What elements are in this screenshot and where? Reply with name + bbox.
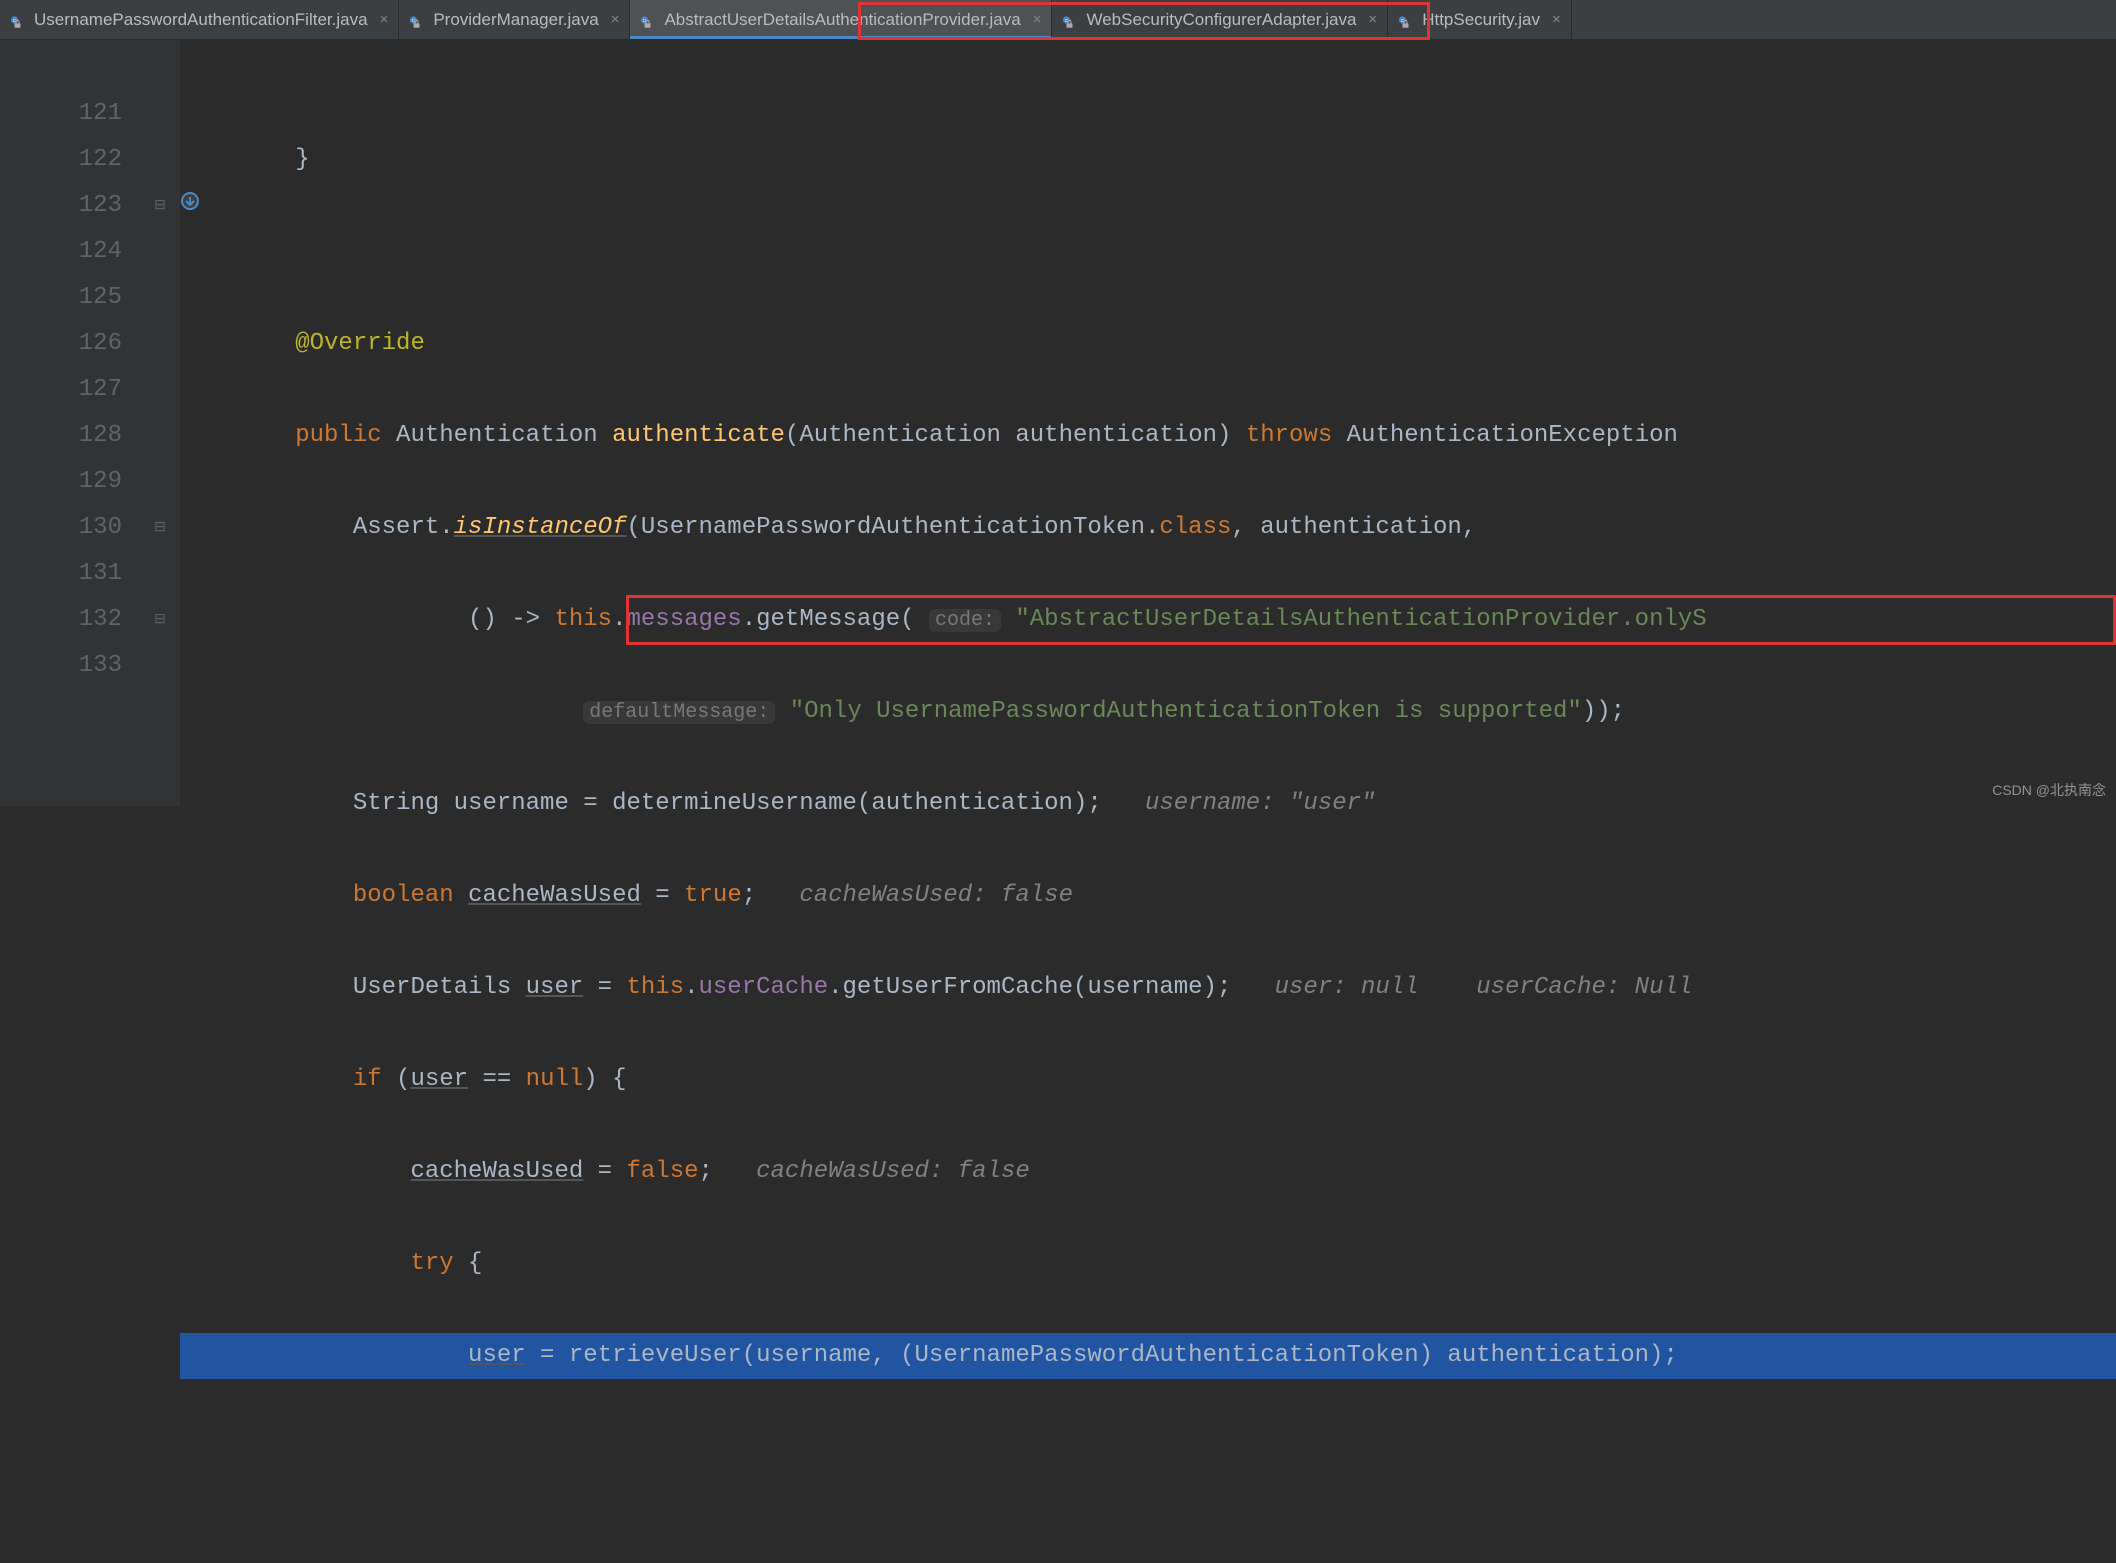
tab-label: ProviderManager.java [433,10,598,30]
inline-value-cache2: cacheWasUsed: false [756,1158,1030,1185]
line-number [0,45,122,91]
override-annotation: @Override [295,330,425,357]
line-gutter: 121122123124125126127128129130131132133 [0,40,140,806]
editor-tab[interactable]: C HttpSecurity.jav × [1388,0,1572,39]
close-icon[interactable]: × [1546,11,1561,28]
line-number: 131 [0,551,122,597]
fold-marker[interactable] [140,321,180,367]
fold-column: ⊟ ⊟ ⊟ [140,40,180,806]
fold-marker[interactable] [140,551,180,597]
line-number: 124 [0,229,122,275]
tab-label: WebSecurityConfigurerAdapter.java [1086,10,1356,30]
fold-marker[interactable] [140,137,180,183]
inline-value-usercache: userCache: Null [1476,974,1692,1001]
fold-marker[interactable] [140,643,180,689]
editor-tab[interactable]: C ProviderManager.java × [399,0,630,39]
inline-value-username: username: "user" [1145,790,1375,817]
line-number: 125 [0,275,122,321]
inline-value-user: user: null [1275,974,1419,1001]
java-class-icon: C [640,11,658,29]
line-number: 122 [0,137,122,183]
java-class-icon: C [1398,11,1416,29]
line-number: 121 [0,91,122,137]
close-icon[interactable]: × [1027,11,1042,28]
execution-line: user = retrieveUser(username, (UsernameP… [180,1333,2116,1379]
java-class-icon: C [10,11,28,29]
fold-marker[interactable] [140,413,180,459]
tab-label: UsernamePasswordAuthenticationFilter.jav… [34,10,368,30]
fold-marker[interactable] [140,367,180,413]
line-number: 132 [0,597,122,643]
fold-marker[interactable]: ⊟ [140,597,180,643]
fold-marker[interactable] [140,459,180,505]
close-icon[interactable]: × [605,11,620,28]
close-icon[interactable]: × [1362,11,1377,28]
fold-marker[interactable] [140,275,180,321]
watermark-text: CSDN @北执南念 [1992,780,2106,800]
line-number: 127 [0,367,122,413]
method-authenticate: authenticate [612,422,785,449]
editor-tab[interactable]: C WebSecurityConfigurerAdapter.java × [1052,0,1388,39]
editor-tab[interactable]: C AbstractUserDetailsAuthenticationProvid… [630,0,1052,39]
line-number: 129 [0,459,122,505]
fold-marker[interactable]: ⊟ [140,183,180,229]
line-number: 128 [0,413,122,459]
editor-tab[interactable]: C UsernamePasswordAuthenticationFilter.ja… [0,0,399,39]
java-class-icon: C [1062,11,1080,29]
line-number: 133 [0,643,122,689]
line-number: 126 [0,321,122,367]
code-area[interactable]: } @Override public Authentication authen… [180,40,2116,806]
fold-marker[interactable] [140,45,180,91]
line-number: 130 [0,505,122,551]
line-number: 123 [0,183,122,229]
inline-value-cache1: cacheWasUsed: false [799,882,1073,909]
fold-marker[interactable] [140,91,180,137]
tab-label: AbstractUserDetailsAuthenticationProvide… [664,10,1020,30]
editor-tabs: C UsernamePasswordAuthenticationFilter.ja… [0,0,2116,40]
tab-label: HttpSecurity.jav [1422,10,1540,30]
fold-marker[interactable] [140,229,180,275]
param-hint-code: code: [929,609,1001,632]
close-icon[interactable]: × [374,11,389,28]
code-editor[interactable]: 121122123124125126127128129130131132133 … [0,40,2116,806]
fold-marker[interactable]: ⊟ [140,505,180,551]
java-class-icon: C [409,11,427,29]
param-hint-default: defaultMessage: [583,701,775,724]
